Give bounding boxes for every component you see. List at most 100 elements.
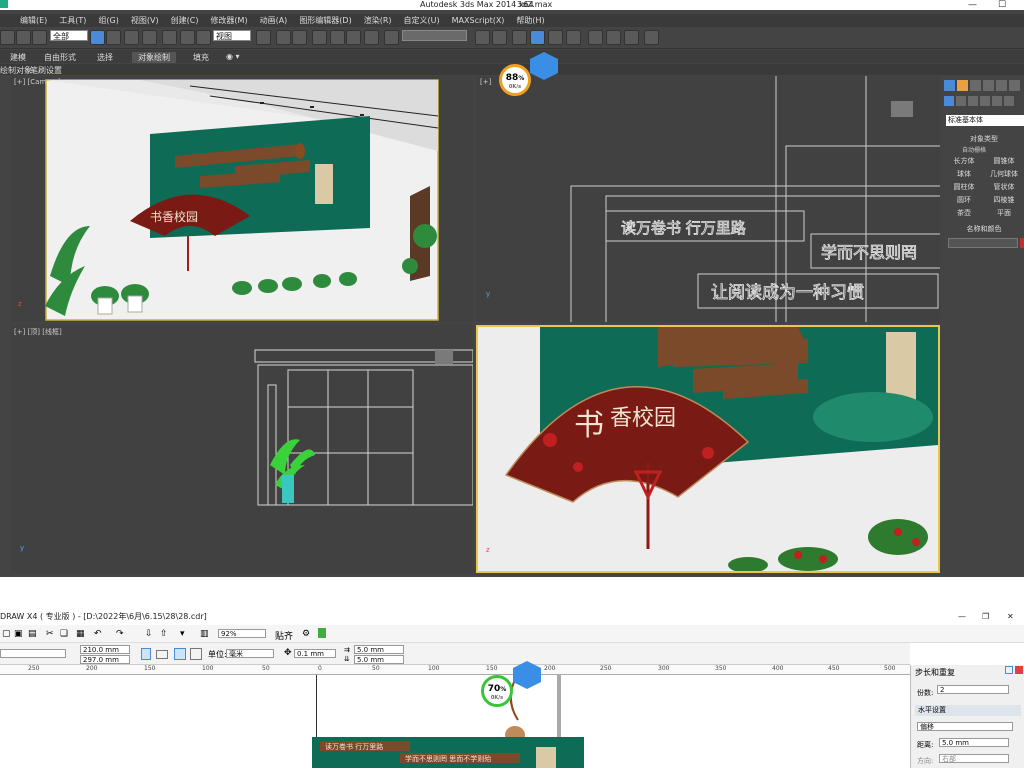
nudge-distance-field[interactable]: 0.1 mm (294, 649, 336, 658)
cylinder-button[interactable]: 圆柱体 (944, 182, 984, 193)
select-object-icon[interactable] (90, 30, 105, 45)
named-selection-icon[interactable] (384, 30, 399, 45)
move-icon[interactable] (162, 30, 177, 45)
horizontal-settings-header[interactable]: 水平设置 (915, 705, 1021, 716)
layer-manager-icon[interactable] (512, 30, 527, 45)
tab-modeling[interactable]: 建模 (10, 52, 26, 63)
open-icon[interactable]: ▣ (14, 629, 23, 639)
all-pages-icon[interactable] (174, 648, 186, 660)
page-width-field[interactable]: 210.0 mm (80, 645, 130, 654)
drawing-canvas[interactable]: 读万卷书 行万里路 学而不思则罔 思而不学则殆 70% 0K/s (0, 661, 910, 768)
tube-button[interactable]: 管状体 (984, 182, 1024, 193)
graphite-icon[interactable] (530, 30, 545, 45)
duplicate-distance-x[interactable]: 5.0 mm (354, 645, 404, 654)
primitive-type-dropdown[interactable]: 标准基本体 (946, 115, 1024, 126)
redo-icon[interactable]: ↷ (116, 629, 124, 639)
maximize-icon[interactable]: ☐ (998, 0, 1006, 10)
manipulate-icon[interactable] (276, 30, 291, 45)
reference-coord-dropdown[interactable]: 视图 (213, 30, 251, 41)
percent-snap-icon[interactable] (346, 30, 361, 45)
modify-tab-icon[interactable] (957, 80, 968, 91)
new-icon[interactable]: ▢ (2, 629, 11, 639)
welcome-icon[interactable]: ▥ (200, 629, 209, 639)
portrait-icon[interactable] (141, 648, 151, 660)
utilities-tab-icon[interactable] (1009, 80, 1020, 91)
menu-rendering[interactable]: 渲染(R) (358, 14, 398, 27)
units-dropdown[interactable]: 毫米 (226, 649, 274, 658)
geometry-icon[interactable] (944, 96, 954, 106)
pyramid-button[interactable]: 四棱锥 (984, 195, 1024, 206)
paste-icon[interactable]: ▦ (76, 629, 85, 639)
box-button[interactable]: 长方体 (944, 156, 984, 167)
torus-button[interactable]: 圆环 (944, 195, 984, 206)
paint-objects-label[interactable]: 绘制对象 (0, 65, 32, 76)
restore-icon[interactable]: ❐ (982, 610, 989, 624)
motion-tab-icon[interactable] (983, 80, 994, 91)
menu-animation[interactable]: 动画(A) (254, 14, 294, 27)
spacewarps-icon[interactable] (1004, 96, 1014, 106)
bind-icon[interactable] (32, 30, 47, 45)
rect-selection-icon[interactable] (124, 30, 139, 45)
menu-help[interactable]: 帮助(H) (510, 14, 550, 27)
tab-freeform[interactable]: 自由形式 (44, 52, 76, 63)
angle-snap-icon[interactable] (330, 30, 345, 45)
close-icon[interactable]: ✕ (1007, 610, 1014, 624)
application-launcher-icon[interactable]: ▾ (180, 629, 185, 639)
curve-editor-icon[interactable] (548, 30, 563, 45)
page-height-field[interactable]: 297.0 mm (80, 655, 130, 664)
undo-icon[interactable]: ↶ (94, 629, 102, 639)
paper-type-dropdown[interactable] (0, 649, 66, 658)
rollout-object-type[interactable]: 对象类型 (944, 134, 1024, 144)
copies-field[interactable]: 2 (937, 685, 1009, 694)
cut-icon[interactable]: ✂ (46, 629, 54, 639)
lights-icon[interactable] (968, 96, 978, 106)
docker-option-icon[interactable] (1005, 666, 1013, 674)
ribbon-toggle-icon[interactable]: ◉ ▾ (226, 52, 240, 61)
align-icon[interactable] (492, 30, 507, 45)
select-by-name-icon[interactable] (106, 30, 121, 45)
current-page-icon[interactable] (190, 648, 202, 660)
menu-create[interactable]: 创建(C) (165, 14, 205, 27)
zoom-level-dropdown[interactable]: 92% (218, 629, 266, 638)
create-tab-icon[interactable] (944, 80, 955, 91)
import-icon[interactable]: ⇩ (145, 629, 153, 639)
menu-edit[interactable]: 编辑(E) (14, 14, 53, 27)
rendered-frame-icon[interactable] (624, 30, 639, 45)
app-launcher-icon[interactable] (318, 628, 326, 638)
plane-button[interactable]: 平面 (984, 208, 1024, 219)
scale-icon[interactable] (196, 30, 211, 45)
export-icon[interactable]: ⇧ (160, 629, 168, 639)
named-selection-field[interactable] (402, 30, 467, 41)
rotate-icon[interactable] (180, 30, 195, 45)
options-icon[interactable]: ⚙ (302, 629, 310, 639)
viewport-perspective[interactable]: 书 香校园 z (476, 325, 940, 573)
cameras-icon[interactable] (980, 96, 990, 106)
autogrid-checkbox[interactable]: 自动栅格 (962, 145, 1022, 155)
helpers-icon[interactable] (992, 96, 1002, 106)
window-crossing-icon[interactable] (142, 30, 157, 45)
menu-modifiers[interactable]: 修改器(M) (204, 14, 253, 27)
shapes-icon[interactable] (956, 96, 966, 106)
render-setup-icon[interactable] (606, 30, 621, 45)
material-editor-icon[interactable] (588, 30, 603, 45)
mode-dropdown[interactable]: 偏移 (917, 722, 1013, 731)
snap-to-dropdown[interactable]: 贴齐 (275, 629, 293, 642)
viewport-top[interactable]: [+] [顶] [线框] y (10, 325, 473, 573)
menu-customize[interactable]: 自定义(U) (398, 14, 446, 27)
docker-close-icon[interactable] (1015, 666, 1023, 674)
distance-field[interactable]: 5.0 mm (939, 738, 1009, 747)
save-icon[interactable]: ▤ (28, 629, 37, 639)
viewport-camera[interactable]: [+] [Camera] 书香校园 z (10, 76, 473, 322)
display-tab-icon[interactable] (996, 80, 1007, 91)
tab-object-paint[interactable]: 对象绘制 (132, 52, 176, 63)
copy-icon[interactable]: ❏ (60, 629, 68, 639)
tab-selection[interactable]: 选择 (97, 52, 113, 63)
geosphere-button[interactable]: 几何球体 (984, 169, 1024, 180)
duplicate-distance-y[interactable]: 5.0 mm (354, 655, 404, 664)
teapot-button[interactable]: 茶壶 (944, 208, 984, 219)
keyboard-shortcut-icon[interactable] (292, 30, 307, 45)
link-icon[interactable] (16, 30, 31, 45)
object-name-field[interactable] (948, 238, 1018, 248)
object-color-swatch[interactable] (1020, 238, 1024, 248)
hierarchy-tab-icon[interactable] (970, 80, 981, 91)
